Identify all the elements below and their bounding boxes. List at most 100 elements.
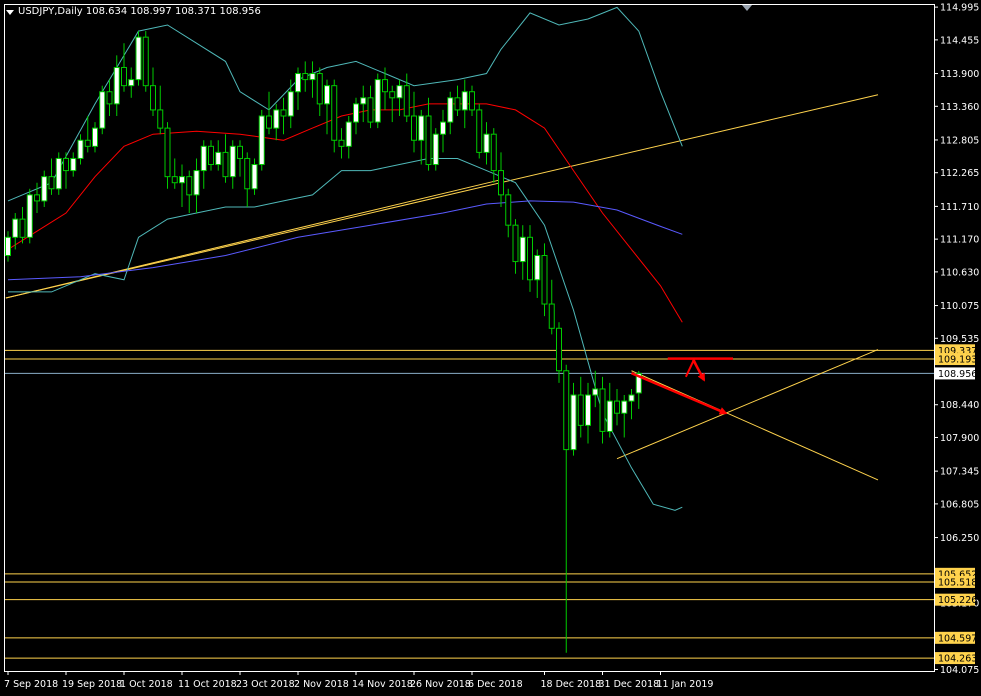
level-price-label: 104.597 xyxy=(938,633,977,644)
x-tick-label: 23 Oct 2018 xyxy=(236,679,295,690)
candle-body xyxy=(92,127,98,147)
candle-body xyxy=(157,109,164,129)
candle-body xyxy=(26,194,33,238)
candle xyxy=(606,382,613,438)
candle-body xyxy=(432,133,439,166)
candle xyxy=(338,128,345,159)
trendlines xyxy=(5,94,879,481)
candle xyxy=(621,395,628,438)
price-axis: 114.995 114.455 113.900 113.360 112.805 112.2… xyxy=(934,3,979,676)
level-price-label: 109.193 xyxy=(938,355,977,366)
candle-body xyxy=(84,139,91,147)
candle-body xyxy=(548,303,555,329)
candle xyxy=(128,67,135,98)
candle-body xyxy=(186,176,193,196)
x-tick-label: 7 Sep 2018 xyxy=(4,679,58,690)
candle-body xyxy=(374,79,381,123)
candle-body xyxy=(222,151,229,178)
candle-body xyxy=(229,145,236,178)
candle xyxy=(563,364,570,653)
candle-body xyxy=(5,236,11,257)
y-tick-label: 111.710 xyxy=(940,202,979,213)
candle-body xyxy=(389,91,396,99)
candle-body xyxy=(142,36,149,87)
candle-body xyxy=(469,91,475,111)
candle-body xyxy=(244,157,251,190)
x-tick-label: 6 Dec 2018 xyxy=(468,679,523,690)
y-tick-label: 111.170 xyxy=(940,235,979,246)
candle xyxy=(418,109,425,165)
candle-body xyxy=(403,85,410,117)
candle xyxy=(628,388,635,420)
candle xyxy=(135,31,142,86)
candle-body xyxy=(592,388,599,396)
candle-body xyxy=(295,73,301,93)
candle-body xyxy=(345,121,352,147)
candle xyxy=(505,188,512,238)
candle-body xyxy=(287,91,294,117)
candle-body xyxy=(490,133,497,172)
candle-body xyxy=(505,194,512,226)
candle xyxy=(171,158,178,189)
level-price-label: 105.226 xyxy=(938,595,977,606)
candle-body xyxy=(331,85,338,141)
candle xyxy=(309,61,316,98)
level-price-label: 104.263 xyxy=(938,654,977,665)
y-tick-label: 112.805 xyxy=(940,135,979,146)
candle xyxy=(70,152,77,177)
candle-body xyxy=(498,170,504,196)
candle-body xyxy=(150,85,156,111)
candle-body xyxy=(476,109,483,153)
candle xyxy=(548,279,555,335)
candle-body xyxy=(621,400,628,414)
candle xyxy=(577,376,584,438)
candle-body xyxy=(556,327,562,372)
candle xyxy=(469,85,475,116)
candle-body xyxy=(106,91,113,105)
candle-body xyxy=(527,236,533,281)
candle-body xyxy=(512,224,519,263)
candle-body xyxy=(614,400,620,414)
candle-body xyxy=(585,394,591,426)
candle-body xyxy=(135,36,142,81)
candle xyxy=(215,140,222,171)
candle-body xyxy=(302,73,309,81)
y-tick-label: 112.265 xyxy=(940,168,979,179)
candle xyxy=(476,103,483,159)
candle xyxy=(258,109,265,171)
candle-body xyxy=(534,255,541,281)
candle xyxy=(287,79,294,129)
candle-body xyxy=(200,145,207,172)
level-price-label: 105.518 xyxy=(938,577,977,588)
candle-body xyxy=(382,79,388,93)
candle xyxy=(99,85,106,135)
candle xyxy=(266,91,272,135)
candle xyxy=(41,170,48,207)
x-tick-label: 26 Nov 2018 xyxy=(410,679,471,690)
candle-body xyxy=(570,394,577,451)
candle xyxy=(432,128,439,171)
horizontal-levels xyxy=(5,349,934,659)
candle-body xyxy=(121,66,127,87)
candle xyxy=(454,85,461,116)
candle xyxy=(425,97,432,171)
candle xyxy=(84,116,91,153)
candle-body xyxy=(12,218,19,238)
price-chart[interactable]: 114.995 114.455 113.900 113.360 112.805 112.2… xyxy=(0,0,981,696)
y-tick-label: 108.440 xyxy=(940,400,979,411)
trendline-2 xyxy=(616,349,879,460)
candle-body xyxy=(411,115,417,141)
y-tick-label: 113.900 xyxy=(940,69,979,80)
candle xyxy=(512,219,519,274)
candle xyxy=(527,225,533,292)
candle-body xyxy=(519,236,526,263)
candle-body xyxy=(418,115,425,141)
y-tick-label: 113.360 xyxy=(940,102,979,113)
candle xyxy=(26,188,33,244)
candle xyxy=(461,79,468,129)
candle xyxy=(411,91,417,153)
candle xyxy=(403,73,410,123)
candle xyxy=(34,182,40,214)
candle xyxy=(5,231,11,262)
candle xyxy=(106,79,113,116)
